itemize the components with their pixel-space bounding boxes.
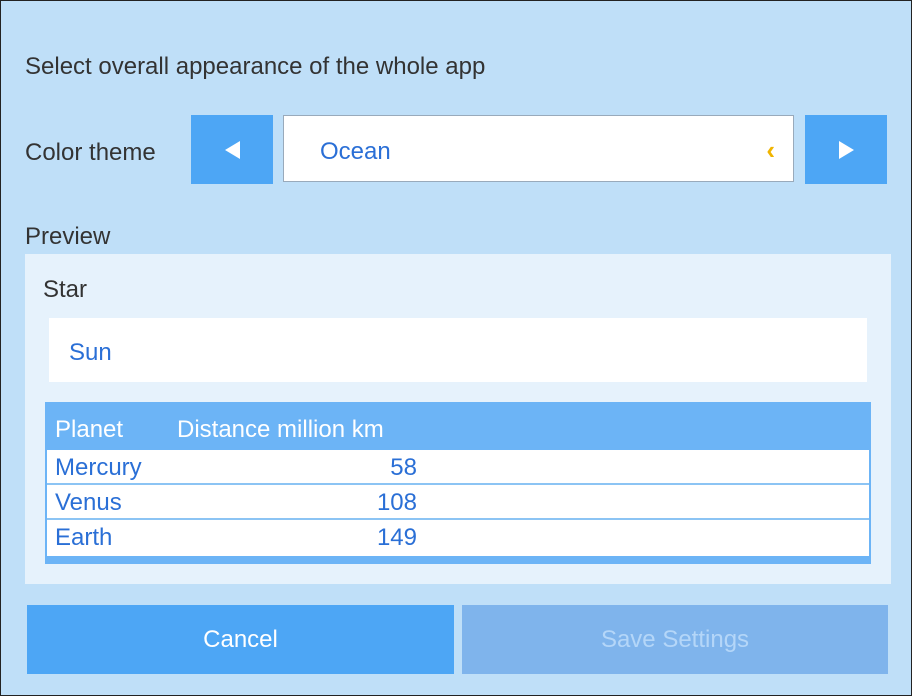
column-header-planet[interactable]: Planet — [55, 416, 123, 444]
preview-label: Preview — [25, 223, 111, 250]
planet-cell: Mercury — [55, 454, 142, 481]
triangle-right-icon — [838, 140, 854, 159]
star-value: Sun — [69, 339, 112, 366]
settings-dialog: Select overall appearance of the whole a… — [0, 0, 912, 696]
table-header: Planet Distance million km — [47, 404, 869, 450]
color-theme-value: Ocean — [320, 138, 391, 165]
table-row[interactable]: Earth 149 — [47, 520, 869, 556]
dialog-description: Select overall appearance of the whole a… — [25, 53, 486, 80]
triangle-left-icon — [224, 140, 240, 159]
star-field[interactable]: Sun — [49, 318, 867, 382]
cancel-button[interactable]: Cancel — [27, 605, 454, 674]
table-row[interactable]: Mercury 58 — [47, 450, 869, 485]
planet-table: Planet Distance million km Mercury 58 Ve… — [45, 402, 871, 564]
star-label: Star — [43, 276, 88, 303]
color-theme-label: Color theme — [25, 139, 156, 166]
distance-cell: 149 — [376, 524, 417, 551]
next-theme-button[interactable] — [805, 115, 887, 184]
table-row[interactable]: Venus 108 — [47, 485, 869, 520]
color-theme-field[interactable]: Ocean ‹ — [283, 115, 794, 182]
column-header-distance[interactable]: Distance million km — [177, 416, 384, 444]
preview-panel: Star Sun Planet Distance million km Merc… — [25, 254, 891, 584]
planet-cell: Earth — [55, 524, 113, 551]
distance-cell: 58 — [390, 454, 417, 481]
changed-marker-icon: ‹ — [766, 135, 775, 165]
distance-cell: 108 — [376, 489, 417, 516]
planet-cell: Venus — [55, 489, 122, 516]
previous-theme-button[interactable] — [191, 115, 273, 184]
save-settings-button[interactable]: Save Settings — [462, 605, 888, 674]
